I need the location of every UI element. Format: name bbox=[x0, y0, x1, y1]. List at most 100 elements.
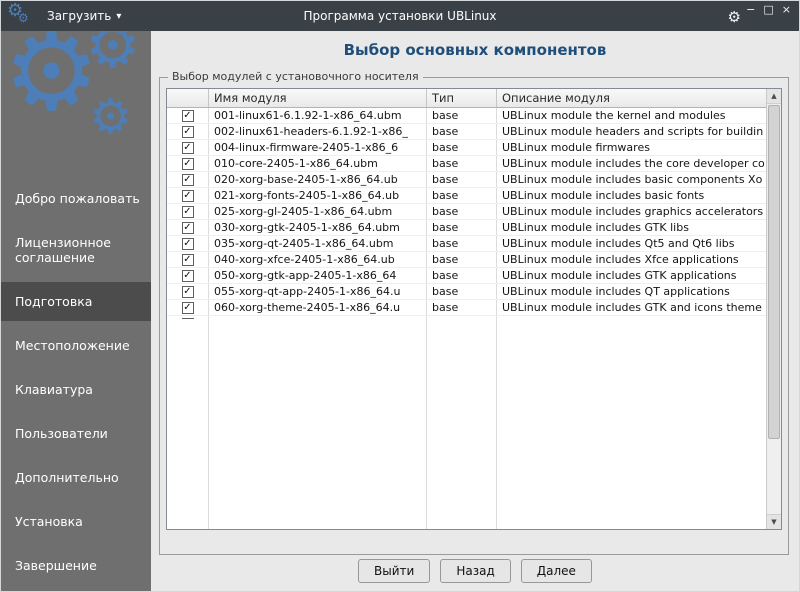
back-button[interactable]: Назад bbox=[440, 559, 510, 583]
header-module-description[interactable]: Описание модуля bbox=[497, 89, 766, 107]
filler-cell bbox=[167, 319, 209, 530]
exit-button[interactable]: Выйти bbox=[358, 559, 430, 583]
module-name: 040-xorg-xfce-2405-1-x86_64.ub bbox=[209, 252, 427, 267]
row-select-cell[interactable]: ✓ bbox=[167, 300, 209, 315]
module-name: 021-xorg-fonts-2405-1-x86_64.ub bbox=[209, 188, 427, 203]
checkbox-checked-icon[interactable]: ✓ bbox=[182, 158, 194, 170]
sidebar-item[interactable]: Пользователи bbox=[1, 414, 151, 453]
filler-cell bbox=[209, 319, 427, 530]
module-name: 055-xorg-qt-app-2405-1-x86_64.u bbox=[209, 284, 427, 299]
sidebar-item[interactable]: Завершение bbox=[1, 546, 151, 585]
sidebar-item[interactable]: Установка bbox=[1, 502, 151, 541]
vertical-scrollbar[interactable]: ▲ ▼ bbox=[766, 89, 781, 529]
filler-cell bbox=[497, 319, 766, 530]
row-select-cell[interactable]: ✓ bbox=[167, 268, 209, 283]
module-description: UBLinux module includes GTK and icons th… bbox=[497, 300, 766, 315]
title-bar: ⚙ ⚙ Загрузить ▾ Программа установки UBLi… bbox=[1, 1, 799, 31]
module-type: base bbox=[427, 188, 497, 203]
module-description: UBLinux module includes Xfce application… bbox=[497, 252, 766, 267]
settings-gear-icon[interactable]: ⚙ bbox=[728, 8, 741, 26]
minimize-button[interactable]: − bbox=[746, 4, 755, 15]
checkbox-checked-icon[interactable]: ✓ bbox=[182, 126, 194, 138]
module-name: 025-xorg-gl-2405-1-x86_64.ubm bbox=[209, 204, 427, 219]
module-type: base bbox=[427, 220, 497, 235]
module-type: base bbox=[427, 156, 497, 171]
scroll-up-arrow-icon[interactable]: ▲ bbox=[767, 89, 781, 104]
checkbox-checked-icon[interactable]: ✓ bbox=[182, 222, 194, 234]
table-row[interactable]: ✓055-xorg-qt-app-2405-1-x86_64.ubaseUBLi… bbox=[167, 284, 766, 300]
header-module-type[interactable]: Тип bbox=[427, 89, 497, 107]
sidebar-item[interactable]: Клавиатура bbox=[1, 370, 151, 409]
table-row[interactable]: ✓010-core-2405-1-x86_64.ubmbaseUBLinux m… bbox=[167, 156, 766, 172]
table-row[interactable]: ✓040-xorg-xfce-2405-1-x86_64.ubbaseUBLin… bbox=[167, 252, 766, 268]
table-filler bbox=[167, 319, 766, 530]
row-select-cell[interactable]: ✓ bbox=[167, 220, 209, 235]
module-name: 050-xorg-gtk-app-2405-1-x86_64 bbox=[209, 268, 427, 283]
checkbox-checked-icon[interactable]: ✓ bbox=[182, 174, 194, 186]
module-description: UBLinux module includes Qt5 and Qt6 libs bbox=[497, 236, 766, 251]
table-row[interactable]: ✓002-linux61-headers-6.1.92-1-x86_baseUB… bbox=[167, 124, 766, 140]
row-select-cell[interactable]: ✓ bbox=[167, 188, 209, 203]
module-name: 035-xorg-qt-2405-1-x86_64.ubm bbox=[209, 236, 427, 251]
modules-table: Имя модуля Тип Описание модуля ✓ 001-linu… bbox=[166, 88, 782, 530]
module-description: UBLinux module includes QT applications bbox=[497, 284, 766, 299]
maximize-button[interactable]: □ bbox=[763, 4, 773, 15]
window-controls: − □ × bbox=[746, 4, 791, 15]
page-title: Выбор основных компонентов bbox=[151, 41, 799, 59]
sidebar-item[interactable]: Лицензионное соглашение bbox=[1, 223, 151, 277]
header-checkbox-column[interactable] bbox=[167, 89, 209, 107]
header-module-name[interactable]: Имя модуля bbox=[209, 89, 427, 107]
table-row[interactable]: ✓020-xorg-base-2405-1-x86_64.ubbaseUBLin… bbox=[167, 172, 766, 188]
module-type: base bbox=[427, 172, 497, 187]
sidebar-item[interactable]: Дополнительно bbox=[1, 458, 151, 497]
sidebar-item[interactable]: Местоположение bbox=[1, 326, 151, 365]
sidebar-item[interactable]: Подготовка bbox=[1, 282, 151, 321]
module-type: base bbox=[427, 236, 497, 251]
row-select-cell[interactable]: ✓ bbox=[167, 108, 209, 123]
module-description: UBLinux module includes basic components… bbox=[497, 172, 766, 187]
module-description: UBLinux module includes the core develop… bbox=[497, 156, 766, 171]
checkbox-checked-icon[interactable]: ✓ bbox=[182, 254, 194, 266]
module-name: 030-xorg-gtk-2405-1-x86_64.ubm bbox=[209, 220, 427, 235]
table-row[interactable]: ✓ 035-xorg-qt-2405-1-x86_64.ubmbaseUBLinu… bbox=[167, 236, 766, 252]
table-row[interactable]: ✓060-xorg-theme-2405-1-x86_64.ubaseUBLin… bbox=[167, 300, 766, 316]
checkbox-checked-icon[interactable]: ✓ bbox=[182, 142, 194, 154]
row-select-cell[interactable]: ✓ bbox=[167, 124, 209, 139]
table-row[interactable]: ✓ 021-xorg-fonts-2405-1-x86_64.ubbaseUBLi… bbox=[167, 188, 766, 204]
load-menu-button[interactable]: Загрузить ▾ bbox=[41, 5, 127, 27]
checkbox-checked-icon[interactable]: ✓ bbox=[182, 206, 194, 218]
module-description: UBLinux module includes basic fonts bbox=[497, 188, 766, 203]
scroll-down-arrow-icon[interactable]: ▼ bbox=[767, 514, 781, 529]
window-title: Программа установки UBLinux bbox=[151, 9, 649, 23]
row-select-cell[interactable]: ✓ bbox=[167, 284, 209, 299]
checkbox-checked-icon[interactable]: ✓ bbox=[182, 110, 194, 122]
close-button[interactable]: × bbox=[782, 4, 791, 15]
module-table-rows: ✓001-linux61-6.1.92-1-x86_64.ubmbaseUBLi… bbox=[167, 108, 766, 319]
row-select-cell[interactable]: ✓ bbox=[167, 156, 209, 171]
checkbox-checked-icon[interactable]: ✓ bbox=[182, 286, 194, 298]
table-row[interactable]: ✓030-xorg-gtk-2405-1-x86_64.ubmbaseUBLin… bbox=[167, 220, 766, 236]
row-select-cell[interactable]: ✓ bbox=[167, 172, 209, 187]
checkbox-checked-icon[interactable]: ✓ bbox=[182, 302, 194, 314]
row-select-cell[interactable]: ✓ bbox=[167, 140, 209, 155]
table-row[interactable]: ✓004-linux-firmware-2405-1-x86_6baseUBLi… bbox=[167, 140, 766, 156]
module-type: base bbox=[427, 140, 497, 155]
row-select-cell[interactable]: ✓ bbox=[167, 204, 209, 219]
module-description: UBLinux module includes graphics acceler… bbox=[497, 204, 766, 219]
module-name: 001-linux61-6.1.92-1-x86_64.ubm bbox=[209, 108, 427, 123]
checkbox-checked-icon[interactable]: ✓ bbox=[182, 270, 194, 282]
table-row[interactable]: ✓025-xorg-gl-2405-1-x86_64.ubmbaseUBLinu… bbox=[167, 204, 766, 220]
wizard-buttons: Выйти Назад Далее bbox=[151, 559, 799, 583]
table-row[interactable]: ✓050-xorg-gtk-app-2405-1-x86_64baseUBLin… bbox=[167, 268, 766, 284]
row-select-cell[interactable]: ✓ bbox=[167, 252, 209, 267]
row-select-cell[interactable]: ✓ bbox=[167, 236, 209, 251]
next-button[interactable]: Далее bbox=[521, 559, 592, 583]
sidebar-item[interactable]: Добро пожаловать bbox=[1, 179, 151, 218]
scrollbar-thumb[interactable] bbox=[768, 105, 780, 439]
checkbox-checked-icon[interactable]: ✓ bbox=[182, 238, 194, 250]
groupbox-label: Выбор модулей с установочного носителя bbox=[168, 70, 423, 83]
module-type: base bbox=[427, 124, 497, 139]
checkbox-checked-icon[interactable]: ✓ bbox=[182, 190, 194, 202]
table-row[interactable]: ✓001-linux61-6.1.92-1-x86_64.ubmbaseUBLi… bbox=[167, 108, 766, 124]
module-description: UBLinux module headers and scripts for b… bbox=[497, 124, 766, 139]
